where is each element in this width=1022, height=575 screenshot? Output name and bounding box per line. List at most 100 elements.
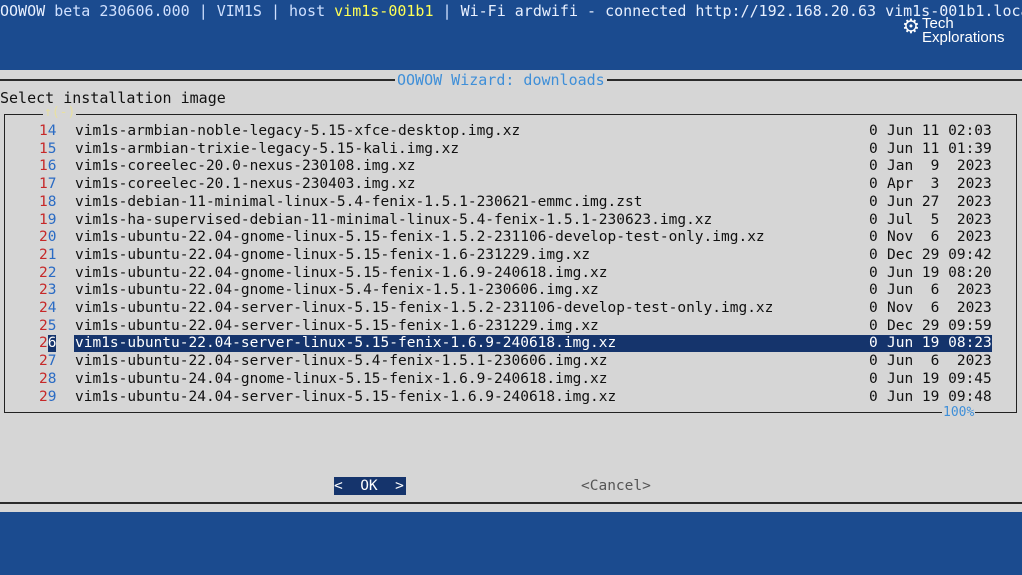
list-item-number-digit: 2 (39, 353, 48, 370)
list-item-filename: vim1s-armbian-trixie-legacy-5.15-kali.im… (75, 140, 460, 157)
list-item-number-digit: 3 (47, 282, 57, 299)
list-item-number-digit: 1 (39, 193, 48, 210)
list-item-number-digit: 2 (39, 317, 48, 334)
list-item-number: 24 (39, 300, 57, 317)
list-item-number-digit: 9 (47, 211, 57, 228)
list-item-filename: vim1s-ubuntu-22.04-server-linux-5.15-fen… (75, 335, 617, 352)
list-item-number: 15 (39, 141, 57, 158)
list-item-filename: vim1s-ha-supervised-debian-11-minimal-li… (75, 211, 713, 228)
list-item-number-digit: 5 (47, 140, 57, 157)
list-item-number-digit: 2 (47, 264, 57, 281)
list-item-date: Jun 19 08:20 (887, 264, 992, 281)
list-item-filename: vim1s-ubuntu-22.04-server-linux-5.15-fen… (75, 317, 599, 334)
list-item-number: 25 (39, 318, 57, 335)
separator: | (270, 2, 280, 20)
host-label: host (289, 2, 326, 20)
list-item-filename: vim1s-ubuntu-22.04-gnome-linux-5.15-feni… (75, 229, 765, 246)
list-item-date: Jun 27 2023 (887, 193, 992, 210)
list-item-number-digit: 2 (39, 229, 48, 246)
list-item-filename: vim1s-coreelec-20.0-nexus-230108.img.xz (75, 158, 416, 175)
list-item-filename: vim1s-ubuntu-22.04-gnome-linux-5.15-feni… (75, 246, 591, 263)
list-item-number: 26 (39, 335, 57, 353)
list-item-size: 0 (869, 300, 878, 316)
list-item-size: 0 (869, 370, 878, 387)
separator: | (198, 2, 208, 20)
list-item-filename: vim1s-ubuntu-22.04-gnome-linux-5.4-fenix… (75, 282, 599, 299)
list-item-number-digit: 2 (39, 282, 48, 299)
list-item-size: 0 (869, 158, 878, 175)
gear-icon: ⚙ (902, 16, 920, 38)
list-item-size: 0 (869, 123, 878, 139)
list-item-filename: vim1s-debian-11-minimal-linux-5.4-fenix-… (75, 193, 643, 210)
list-item-number-digit: 8 (47, 193, 57, 210)
list-item-size: 0 (869, 176, 878, 193)
list-item-date: Nov 6 2023 (887, 229, 992, 246)
list-item-size: 0 (869, 140, 878, 157)
list-item-date: Jun 11 02:03 (887, 123, 992, 139)
image-list[interactable]: 14 vim1s-armbian-noble-legacy-5.15-xfce-d… (4, 114, 1017, 413)
board-name: VIM1S (216, 2, 262, 20)
list-item-number-digit: 7 (47, 176, 57, 193)
list-item-size: 0 (869, 211, 878, 228)
list-item-number-digit: 4 (47, 123, 57, 139)
list-item-size: 0 (869, 229, 878, 246)
dialog-prompt: Select installation image (0, 89, 226, 107)
list-item-date: Dec 29 09:42 (887, 246, 992, 263)
separator: | (442, 2, 452, 20)
list-item-date: Jun 6 2023 (887, 353, 992, 370)
ok-button[interactable]: < OK > (334, 477, 406, 495)
list-item-date: Jun 19 09:48 (887, 388, 992, 405)
bottom-divider (0, 502, 1022, 504)
list-item-number-digit: 0 (47, 229, 57, 246)
device-url: http://192.168.20.63 (695, 2, 877, 20)
list-item-number: 17 (39, 176, 57, 193)
wizard-dialog: OOWOW Wizard: downloads Select installat… (0, 70, 1022, 512)
list-item-date: Apr 3 2023 (887, 176, 992, 193)
cancel-button[interactable]: <Cancel> (581, 477, 651, 495)
host-name: vim1s-001b1 (334, 2, 434, 20)
app-version: beta 230606.000 (54, 2, 190, 20)
list-item-date: Jun 6 2023 (887, 282, 992, 299)
dialog-title: OOWOW Wizard: downloads (395, 70, 607, 90)
list-item-size: 0 (869, 282, 878, 299)
list-item-number-digit: 7 (47, 353, 57, 370)
wifi-status: Wi-Fi ardwifi - connected (460, 2, 687, 20)
list-item-number: 19 (39, 212, 57, 229)
list-item-number-digit: 1 (39, 158, 48, 175)
scroll-up-indicator: ↑(-) (43, 105, 77, 120)
list-item-number: 20 (39, 229, 57, 246)
brand-line-2: Explorations (922, 29, 1005, 46)
list-item-filename: vim1s-ubuntu-22.04-server-linux-5.4-feni… (75, 353, 608, 370)
list-item-date: Jun 19 09:45 (887, 370, 992, 387)
list-item-date: Jun 19 08:23 (887, 335, 992, 352)
list-item-size: 0 (869, 388, 878, 405)
list-item-number: 16 (39, 158, 57, 175)
app-name: OOWOW (0, 2, 46, 20)
list-item-number-digit: 1 (39, 211, 48, 228)
list-item-filename: vim1s-coreelec-20.1-nexus-230403.img.xz (75, 176, 416, 193)
list-item-number-digit: 5 (47, 317, 57, 334)
list-item-date: Nov 6 2023 (887, 300, 992, 316)
list-item-filename: vim1s-ubuntu-24.04-server-linux-5.15-fen… (75, 388, 617, 405)
scroll-percent: 100% (942, 405, 976, 420)
list-item-filename: vim1s-ubuntu-24.04-gnome-linux-5.15-feni… (75, 370, 608, 387)
list-item-size: 0 (869, 246, 878, 263)
status-bar: OOWOW beta 230606.000 | VIM1S | host vim… (0, 0, 1022, 22)
list-item-number-digit: 8 (47, 370, 57, 387)
list-item-date: Dec 29 09:59 (887, 317, 992, 334)
list-item-number-digit: 2 (39, 264, 48, 281)
list-item-number: 23 (39, 282, 57, 299)
list-item-date: Jul 5 2023 (887, 211, 992, 228)
list-item-date: Jan 9 2023 (887, 158, 992, 175)
list-item-number: 29 (39, 389, 57, 406)
list-item-number: 27 (39, 353, 57, 370)
list-item-number-digit: 2 (39, 388, 48, 405)
list-item-number-digit: 1 (39, 140, 48, 157)
list-item-number: 18 (39, 194, 57, 211)
list-item-number-digit: 1 (39, 176, 48, 193)
brand-logo: ⚙ Tech Explorations (902, 16, 1005, 48)
list-item-number-digit: 6 (47, 335, 57, 353)
list-item-size: 0 (869, 317, 878, 334)
list-item-number-digit: 2 (39, 370, 48, 387)
list-item-number: 22 (39, 265, 57, 282)
